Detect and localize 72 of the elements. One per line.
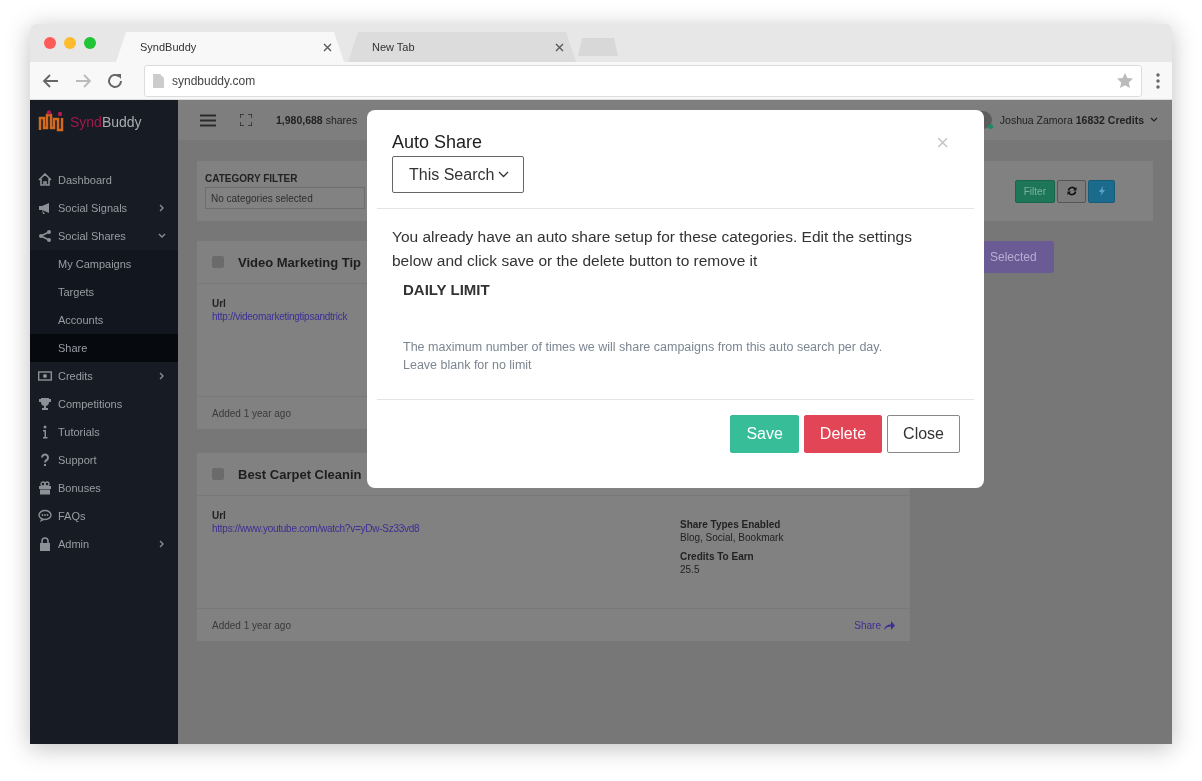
- credits-value: 25.5: [680, 564, 701, 575]
- chevron-right-icon: [158, 540, 166, 548]
- submenu-item[interactable]: My Campaigns: [30, 250, 178, 278]
- submenu-item[interactable]: Share: [30, 334, 178, 362]
- sidebar-item[interactable]: Social Signals: [30, 194, 178, 222]
- close-window-icon[interactable]: [44, 37, 56, 49]
- share-icon: [38, 229, 52, 243]
- sidebar-item[interactable]: FAQs: [30, 502, 178, 530]
- added-time: Added 1 year ago: [212, 619, 291, 631]
- logo-icon: [38, 110, 66, 132]
- close-button[interactable]: Close: [887, 415, 960, 453]
- category-select[interactable]: No categories selected: [205, 187, 365, 209]
- chevron-right-icon: [158, 204, 166, 212]
- logo-text: SyndBuddy: [70, 114, 142, 130]
- forward-icon[interactable]: [74, 71, 92, 90]
- gift-icon: [38, 481, 52, 495]
- maximize-window-icon[interactable]: [84, 37, 96, 49]
- trophy-icon: [38, 397, 52, 411]
- menu-icon[interactable]: [200, 113, 216, 127]
- sidebar-item[interactable]: Competitions: [30, 390, 178, 418]
- back-icon[interactable]: [42, 71, 60, 90]
- credits-label: Credits To Earn: [680, 551, 755, 562]
- shares-count: 1,980,688 shares: [276, 114, 359, 126]
- browser-tab[interactable]: SyndBuddy: [116, 32, 344, 62]
- chevron-down-icon: [158, 232, 166, 240]
- share-types-value: Blog, Social, Bookmark: [680, 532, 785, 543]
- address-bar[interactable]: syndbuddy.com: [144, 64, 1142, 97]
- banknote-icon: [38, 369, 52, 383]
- sidebar-item[interactable]: Bonuses: [30, 474, 178, 502]
- submenu-item[interactable]: Targets: [30, 278, 178, 306]
- campaign-title: Video Marketing Tip: [238, 254, 362, 270]
- delete-button[interactable]: Delete: [803, 415, 883, 453]
- scope-dropdown[interactable]: This Search: [392, 156, 525, 193]
- chat-bubble-icon: [38, 509, 52, 523]
- chevron-right-icon: [158, 372, 166, 380]
- filter-label: CATEGORY FILTER: [205, 173, 298, 184]
- campaign-title: Best Carpet Cleanin: [238, 466, 362, 482]
- share-arrow-icon: [884, 620, 895, 630]
- added-time: Added 1 year ago: [212, 407, 291, 419]
- home-icon: [38, 173, 52, 187]
- page-icon: [153, 73, 164, 88]
- submenu-item[interactable]: Accounts: [30, 306, 178, 334]
- help-text: The maximum number of times we will share campaigns from this auto search per day. Leave blank for no limit: [403, 339, 884, 374]
- section-heading: DAILY LIMIT: [403, 281, 491, 298]
- megaphone-icon: [38, 201, 52, 215]
- sidebar-item[interactable]: Social Shares: [30, 222, 178, 250]
- minimize-window-icon[interactable]: [64, 37, 76, 49]
- sidebar-item[interactable]: Tutorials: [30, 418, 178, 446]
- sidebar-item[interactable]: Credits: [30, 362, 178, 390]
- modal-title: Auto Share: [392, 132, 484, 153]
- url-label: Url: [212, 510, 227, 521]
- sidebar-item[interactable]: Support: [30, 446, 178, 474]
- url-label: Url: [212, 298, 227, 309]
- star-icon[interactable]: [1117, 72, 1133, 89]
- fullscreen-icon[interactable]: [240, 114, 252, 126]
- sidebar-item[interactable]: Admin: [30, 530, 178, 558]
- lightning-icon: [1098, 186, 1105, 196]
- sidebar-item[interactable]: Dashboard: [30, 166, 178, 194]
- refresh-button[interactable]: [1057, 179, 1086, 203]
- browser-tab[interactable]: New Tab: [348, 32, 576, 62]
- chevron-down-icon: [1150, 117, 1158, 123]
- share-types-label: Share Types Enabled: [680, 519, 782, 530]
- modal-message: You already have an auto share setup for these categories. Edit the settings below and click save or the delete button to remove it: [392, 227, 913, 271]
- more-menu-icon[interactable]: [1156, 72, 1160, 89]
- refresh-icon: [1066, 186, 1077, 196]
- close-tab-icon[interactable]: [323, 42, 332, 52]
- question-icon: [38, 453, 52, 467]
- reload-icon[interactable]: [106, 71, 124, 90]
- lock-icon: [38, 537, 52, 551]
- close-tab-icon[interactable]: [555, 42, 564, 52]
- chevron-down-icon: [498, 171, 510, 178]
- online-status-icon: [987, 124, 993, 129]
